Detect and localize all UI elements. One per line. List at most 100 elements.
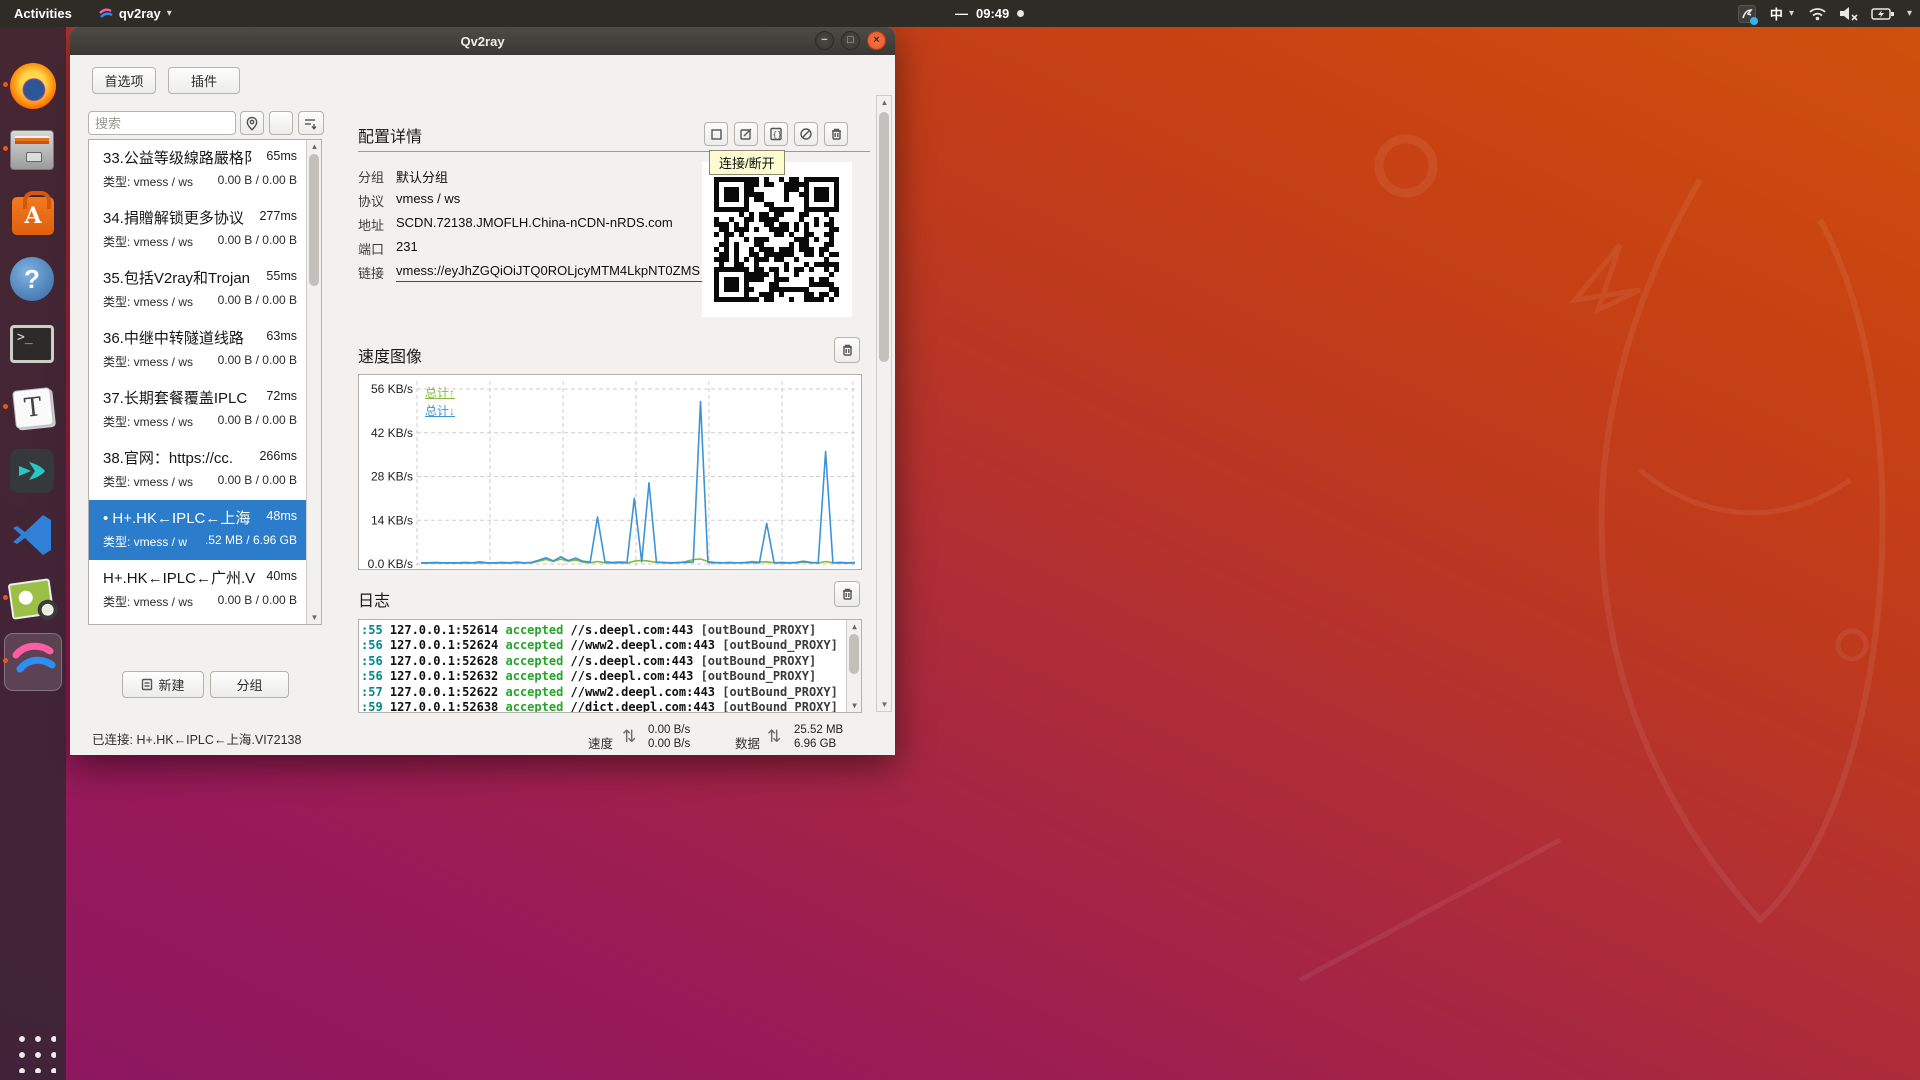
dock: A ? >_ T bbox=[0, 27, 66, 1080]
server-row[interactable]: 38.官网：https://cc.266ms类型: vmess / ws0.00… bbox=[89, 440, 321, 500]
ime-chevron-icon: ▾ bbox=[1789, 8, 1794, 19]
app-menu[interactable]: qv2ray ▾ bbox=[98, 0, 172, 27]
blank-tool-button[interactable] bbox=[269, 111, 293, 135]
close-button[interactable]: × bbox=[867, 31, 886, 50]
delete-config-button[interactable] bbox=[824, 122, 848, 146]
server-name: 38.官网：https://cc. bbox=[103, 447, 259, 468]
log-scrollbar[interactable]: ▲ ▼ bbox=[846, 620, 861, 712]
qr-code bbox=[714, 177, 840, 303]
server-row[interactable]: 34.捐贈解锁更多协议277ms类型: vmess / ws0.00 B / 0… bbox=[89, 200, 321, 260]
detail-label: 端口 bbox=[358, 239, 396, 258]
window-statusbar: 已连接: H+.HK←IPLC←上海.VI72138 速度 ⇅ 0.00 B/s… bbox=[70, 719, 895, 755]
server-row[interactable]: 33.公益等级線路嚴格阝65ms类型: vmess / ws0.00 B / 0… bbox=[89, 140, 321, 200]
server-row[interactable]: H+.HK←IPLC← bbox=[89, 620, 321, 625]
edit-config-button[interactable] bbox=[734, 122, 758, 146]
plugins-button[interactable]: 插件 bbox=[168, 67, 240, 94]
legend-total-upload[interactable]: 总计↑ bbox=[425, 384, 455, 401]
server-row[interactable]: H+.HK←IPLC←广州.V40ms类型: vmess / ws0.00 B … bbox=[89, 560, 321, 620]
svg-text:56 KB/s: 56 KB/s bbox=[371, 382, 413, 396]
locate-button[interactable] bbox=[240, 111, 264, 135]
server-ping: 65ms bbox=[266, 147, 297, 168]
dock-qv2ray-icon[interactable] bbox=[10, 639, 56, 685]
server-usage: 0.00 B / 0.00 B bbox=[218, 293, 297, 310]
clear-graph-button[interactable] bbox=[834, 337, 860, 363]
qv2ray-window: Qv2ray − □ × 首选项 插件 33.公益等级線路嚴格阝65ms类型: … bbox=[70, 27, 895, 755]
share-link-value[interactable]: vmess://eyJhZGQiOiJTQ0ROLjcyMTM4LkpNT0ZM… bbox=[396, 263, 712, 282]
sort-button[interactable] bbox=[298, 111, 324, 135]
server-row[interactable]: 36.中继中转隧道线路63ms类型: vmess / ws0.00 B / 0.… bbox=[89, 320, 321, 380]
legend-total-download[interactable]: 总计↓ bbox=[425, 402, 455, 419]
svg-text:{}: {} bbox=[772, 130, 782, 139]
dock-ubuntu-software-icon[interactable]: A bbox=[10, 192, 56, 238]
ime-language-menu[interactable]: 中 ▾ bbox=[1770, 0, 1794, 27]
clear-log-button[interactable] bbox=[834, 581, 860, 607]
dock-text-editor-icon[interactable]: T bbox=[10, 385, 56, 431]
scroll-down-icon[interactable]: ▼ bbox=[847, 699, 862, 712]
server-name: 33.公益等级線路嚴格阝 bbox=[103, 147, 266, 168]
dock-files-icon[interactable] bbox=[10, 127, 56, 173]
speed-down-value: 0.00 B/s bbox=[648, 738, 690, 752]
running-dot bbox=[3, 404, 8, 409]
circle-slash-icon bbox=[799, 127, 813, 141]
running-dot bbox=[3, 595, 8, 600]
qv2ray-appmenu-icon bbox=[98, 7, 113, 20]
dock-terminal-icon[interactable]: >_ bbox=[10, 321, 56, 367]
scroll-down-icon[interactable]: ▼ bbox=[877, 698, 892, 711]
detail-row-address: 地址 SCDN.72138.JMOFLH.China-nCDN-nRDS.com bbox=[358, 215, 673, 234]
dock-help-icon[interactable]: ? bbox=[10, 257, 56, 303]
clock[interactable]: — 09:49 bbox=[955, 6, 1024, 21]
json-braces-icon: {} bbox=[769, 127, 783, 141]
data-label: 数据 bbox=[735, 733, 760, 752]
dock-shotwell-icon[interactable] bbox=[10, 576, 56, 622]
scroll-down-icon[interactable]: ▼ bbox=[307, 611, 322, 624]
preferences-button[interactable]: 首选项 bbox=[92, 67, 156, 94]
edit-json-button[interactable]: {} bbox=[764, 122, 788, 146]
main-scrollbar[interactable]: ▲ ▼ bbox=[876, 95, 892, 712]
log-line: :56 127.0.0.1:52624 accepted //www2.deep… bbox=[361, 638, 861, 653]
activities-label: Activities bbox=[14, 6, 72, 21]
minimize-button[interactable]: − bbox=[815, 31, 834, 50]
maximize-button[interactable]: □ bbox=[841, 31, 860, 50]
window-titlebar[interactable]: Qv2ray − □ × bbox=[70, 27, 895, 55]
dock-show-applications-icon[interactable] bbox=[10, 1027, 56, 1073]
dock-vscode-icon[interactable] bbox=[10, 512, 56, 558]
search-input[interactable] bbox=[88, 111, 236, 135]
scroll-up-icon[interactable]: ▲ bbox=[847, 620, 862, 633]
server-row[interactable]: • H+.HK←IPLC←上海48ms类型: vmess / w.52 MB /… bbox=[89, 500, 321, 560]
group-button[interactable]: 分组 bbox=[210, 671, 289, 698]
server-name: 36.中继中转隧道线路 bbox=[103, 327, 266, 348]
input-method-icon[interactable] bbox=[1738, 5, 1756, 23]
server-rows: 33.公益等级線路嚴格阝65ms类型: vmess / ws0.00 B / 0… bbox=[89, 140, 321, 625]
detail-label: 链接 bbox=[358, 263, 396, 282]
activities-button[interactable]: Activities bbox=[14, 0, 72, 27]
server-name: 37.长期套餐覆盖IPLC bbox=[103, 387, 266, 408]
detail-value: 默认分组 bbox=[396, 167, 448, 186]
connect-disconnect-button[interactable] bbox=[704, 122, 728, 146]
dock-firefox-icon[interactable] bbox=[10, 63, 56, 109]
detail-value: 231 bbox=[396, 239, 418, 258]
scroll-up-icon[interactable]: ▲ bbox=[307, 140, 322, 153]
system-status-menu[interactable]: ▾ bbox=[1808, 0, 1912, 27]
latency-test-button[interactable] bbox=[794, 122, 818, 146]
log-view[interactable]: :55 127.0.0.1:52614 accepted //s.deepl.c… bbox=[358, 619, 862, 713]
server-row[interactable]: 35.包括V2ray和Trojan55ms类型: vmess / ws0.00 … bbox=[89, 260, 321, 320]
server-name: 34.捐贈解锁更多协议 bbox=[103, 207, 259, 228]
log-line: :57 127.0.0.1:52622 accepted //www2.deep… bbox=[361, 685, 861, 700]
scrollbar-thumb[interactable] bbox=[879, 112, 889, 362]
server-ping: 55ms bbox=[266, 267, 297, 288]
server-list-scrollbar[interactable]: ▲ ▼ bbox=[306, 140, 321, 624]
ime-active-dot bbox=[1750, 17, 1758, 25]
detail-label: 地址 bbox=[358, 215, 396, 234]
scroll-up-icon[interactable]: ▲ bbox=[877, 96, 892, 109]
dock-remmina-icon[interactable] bbox=[10, 449, 56, 495]
server-row[interactable]: 37.长期套餐覆盖IPLC72ms类型: vmess / ws0.00 B / … bbox=[89, 380, 321, 440]
detail-row-group: 分组 默认分组 bbox=[358, 167, 448, 186]
detail-value: SCDN.72138.JMOFLH.China-nCDN-nRDS.com bbox=[396, 215, 673, 234]
server-usage: 0.00 B / 0.00 B bbox=[218, 353, 297, 370]
new-config-button[interactable]: 新建 bbox=[122, 671, 204, 698]
server-ping: 63ms bbox=[266, 327, 297, 348]
server-type: 类型: vmess / ws bbox=[103, 293, 218, 310]
scrollbar-thumb[interactable] bbox=[849, 634, 859, 674]
scrollbar-thumb[interactable] bbox=[309, 154, 319, 286]
server-usage: 0.00 B / 0.00 B bbox=[218, 593, 297, 610]
